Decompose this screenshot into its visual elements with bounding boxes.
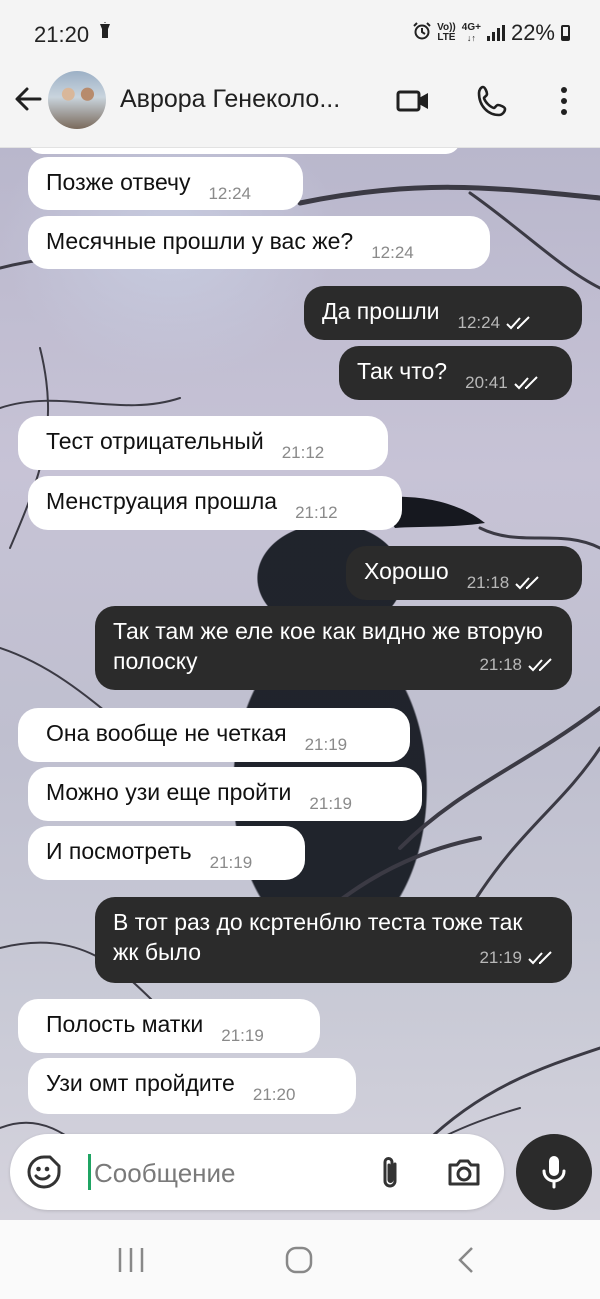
contact-name[interactable]: Аврора Генеколо...	[120, 85, 370, 114]
message-composer	[10, 1134, 504, 1210]
message-text: Она вообще не четкая	[46, 720, 287, 746]
message-bubble-outgoing[interactable]: Так что? 20:41	[339, 346, 572, 400]
text-cursor	[88, 1154, 91, 1190]
message-text: Можно узи еще пройти	[46, 779, 292, 805]
message-time: 21:18	[479, 655, 522, 674]
more-vert-icon[interactable]	[546, 83, 582, 119]
message-meta: 21:19	[479, 943, 554, 973]
network-type: 4G+ ↓↑	[461, 22, 481, 44]
message-time: 21:12	[295, 503, 338, 522]
read-ticks-icon	[528, 951, 552, 965]
message-time: 21:20	[252, 1085, 296, 1104]
microphone-icon	[542, 1156, 566, 1189]
video-call-icon[interactable]	[395, 83, 431, 119]
message-time: 12:24	[371, 243, 414, 262]
read-ticks-icon	[528, 658, 552, 672]
message-bubble-outgoing[interactable]: Да прошли 12:24	[304, 286, 582, 340]
message-bubble-incoming[interactable]: Она вообще не четкая 21:19	[18, 708, 410, 762]
message-time: 20:41	[465, 373, 508, 392]
alarm-icon	[413, 20, 431, 46]
message-meta: 21:18	[479, 650, 554, 680]
message-text: Месячные прошли у вас же?	[46, 228, 354, 254]
message-meta: 12:24	[208, 179, 251, 209]
message-time: 21:19	[479, 948, 522, 967]
status-bar: 21:20 Vo)) LTE 4G+ ↓↑ 22%	[0, 0, 600, 60]
message-time: 21:19	[304, 735, 348, 754]
message-bubble-incoming[interactable]: Полость матки 21:19	[18, 999, 320, 1053]
message-text: Позже отвечу	[46, 169, 191, 195]
message-meta: 12:24	[371, 238, 414, 268]
battery-percent: 22%	[510, 20, 555, 45]
message-meta: 21:19	[221, 1021, 264, 1051]
message-text: Полость матки	[46, 1011, 204, 1037]
message-bubble-incoming[interactable]: Узи омт пройдите 21:20	[28, 1058, 356, 1114]
signal-icon	[486, 25, 505, 41]
message-input[interactable]	[92, 1152, 366, 1194]
message-meta: 21:20	[253, 1080, 296, 1110]
message-time: 21:12	[281, 443, 325, 462]
message-meta: 21:19	[305, 730, 348, 760]
message-text: В тот раз до кcртенблю теста тоже так жк…	[113, 909, 523, 965]
message-text: Да прошли	[322, 298, 440, 324]
read-ticks-icon	[515, 576, 539, 590]
message-bubble-incoming[interactable]: Позже отвечу 12:24	[28, 157, 303, 210]
message-text: Так там же еле кое как видно же вторую п…	[113, 618, 543, 674]
message-meta: 21:12	[295, 498, 338, 528]
chat-area[interactable]: Позже отвечу 12:24 Месячные прошли у вас …	[0, 148, 600, 1220]
message-time: 21:19	[209, 853, 253, 872]
attach-icon[interactable]	[374, 1154, 408, 1192]
status-time: 21:20	[34, 22, 90, 47]
read-ticks-icon	[506, 316, 530, 330]
message-meta: 21:18	[467, 568, 542, 598]
recent-apps-icon[interactable]	[115, 1246, 147, 1274]
message-bubble-outgoing[interactable]: В тот раз до кcртенблю теста тоже так жк…	[95, 897, 572, 983]
message-meta: 21:12	[282, 438, 325, 468]
message-bubble-incoming[interactable]: Менструация прошла 21:12	[28, 476, 402, 530]
message-time: 12:24	[457, 313, 501, 332]
chat-header: Аврора Генеколо...	[0, 55, 600, 148]
camera-icon[interactable]	[446, 1154, 482, 1190]
home-icon[interactable]	[283, 1246, 315, 1274]
message-text: Хорошо	[364, 558, 449, 584]
message-text: Узи омт пройдите	[46, 1070, 235, 1096]
phone-icon[interactable]	[475, 83, 511, 119]
message-bubble-outgoing[interactable]: Так там же еле кое как видно же вторую п…	[95, 606, 572, 690]
battery-icon	[561, 25, 570, 41]
sticker-icon[interactable]	[26, 1154, 62, 1190]
message-bubble-incoming[interactable]: Месячные прошли у вас же? 12:24	[28, 216, 490, 269]
message-meta: 12:24	[458, 308, 533, 338]
message-meta: 21:19	[309, 789, 352, 819]
message-text: И посмотреть	[46, 838, 192, 864]
message-bubble-outgoing[interactable]: Хорошо 21:18	[346, 546, 582, 600]
message-time: 21:19	[309, 794, 352, 813]
message-text: Тест отрицательный	[46, 428, 264, 454]
partial-message-bubble	[28, 148, 460, 154]
contact-avatar[interactable]	[48, 71, 106, 129]
message-time: 21:18	[466, 573, 510, 592]
message-bubble-incoming[interactable]: Можно узи еще пройти 21:19	[28, 767, 422, 821]
volte-indicator: Vo)) LTE	[437, 22, 456, 43]
message-meta: 21:19	[210, 848, 253, 878]
read-ticks-icon	[513, 376, 538, 390]
system-nav-bar	[0, 1220, 600, 1299]
flashlight-icon	[98, 22, 112, 45]
message-time: 12:24	[208, 184, 252, 203]
back-arrow-icon[interactable]	[12, 83, 44, 115]
message-text: Так что?	[357, 358, 448, 384]
voice-record-button[interactable]	[516, 1134, 592, 1210]
back-nav-icon[interactable]	[455, 1246, 479, 1274]
message-bubble-incoming[interactable]: Тест отрицательный 21:12	[18, 416, 388, 470]
message-time: 21:19	[221, 1026, 264, 1045]
message-meta: 20:41	[465, 368, 540, 398]
message-text: Менструация прошла	[46, 488, 278, 514]
message-bubble-incoming[interactable]: И посмотреть 21:19	[28, 826, 305, 880]
